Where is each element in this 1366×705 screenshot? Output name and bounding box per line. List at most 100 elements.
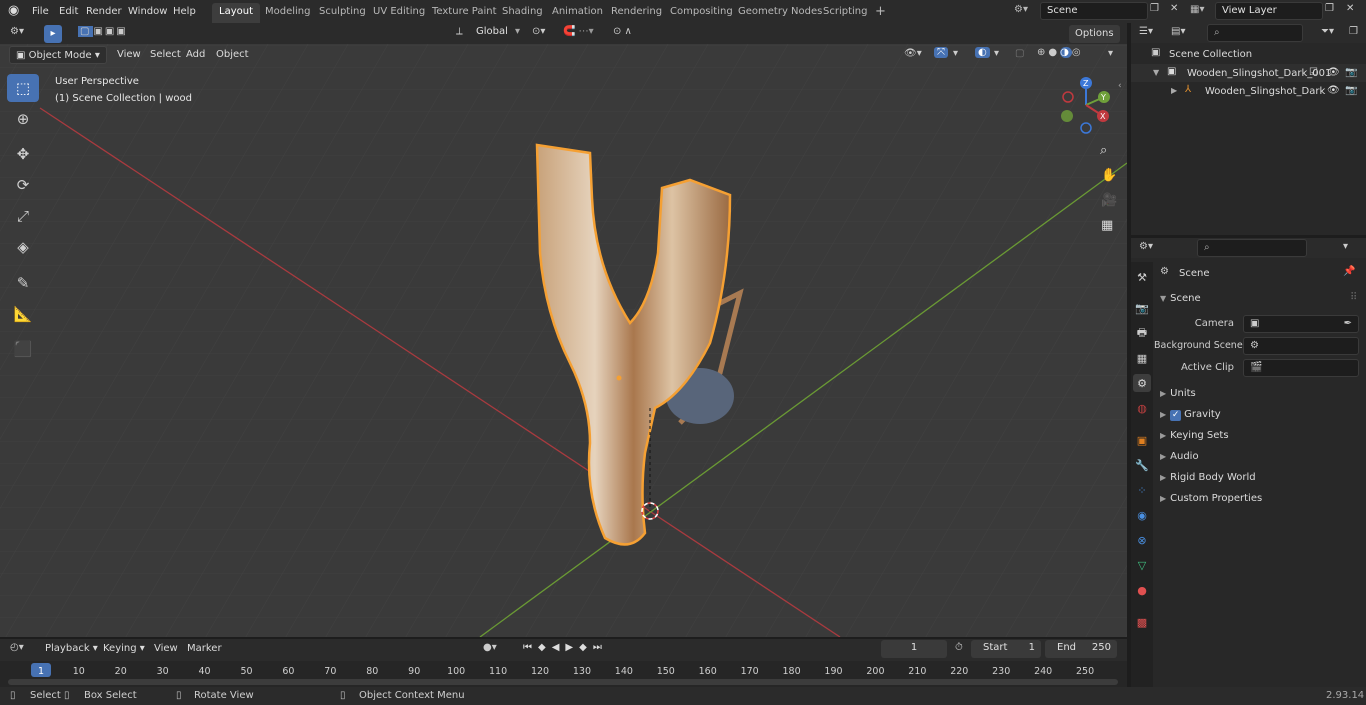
expand-right-icon[interactable]: ▶ xyxy=(1171,86,1177,95)
render-tab-icon[interactable]: 📷 xyxy=(1133,299,1151,317)
gizmo-toggle-icon[interactable]: ⤧ xyxy=(934,47,948,58)
play-reverse-icon[interactable]: ◀ xyxy=(552,642,566,653)
add-menu[interactable]: Add xyxy=(182,46,209,63)
outliner-row-collection[interactable]: ▼ ▣ Wooden_Slingshot_Dark_001 ☑ 👁 📷 xyxy=(1131,64,1366,82)
custom-properties-panel[interactable]: ▶ Custom Properties xyxy=(1160,490,1262,508)
current-frame-field[interactable]: 1 xyxy=(881,640,947,658)
shading-mode-icons[interactable]: ⊕●◑◎ xyxy=(1037,47,1084,58)
tool-tab-icon[interactable]: ⚒ xyxy=(1133,268,1151,286)
filter-icon[interactable]: ⏷▾ xyxy=(1321,26,1334,37)
add-cube-tool-icon[interactable]: ⬛ xyxy=(7,335,39,363)
transform-tool-icon[interactable]: ◈ xyxy=(7,233,39,261)
object-tab-icon[interactable]: ▣ xyxy=(1133,431,1151,449)
view-layer-copy-icon[interactable]: ❐ xyxy=(1325,3,1334,14)
particles-tab-icon[interactable]: ⁘ xyxy=(1133,481,1151,499)
tab-modeling[interactable]: Modeling xyxy=(258,3,318,23)
annotate-tool-icon[interactable]: ✎ xyxy=(7,269,39,297)
selection-mode-icons[interactable]: ▢ ▣▣▣ xyxy=(78,26,128,37)
audio-panel[interactable]: ▶ Audio xyxy=(1160,448,1199,466)
cursor-tool-icon[interactable]: ⊕ xyxy=(7,105,39,133)
select-menu[interactable]: Select xyxy=(146,46,185,63)
xray-icon[interactable]: ▢ xyxy=(1015,48,1024,59)
outliner-row-scene-collection[interactable]: ▣ Scene Collection xyxy=(1131,45,1366,63)
navigation-gizmo[interactable]: Z Y X xyxy=(1058,75,1118,135)
active-tool-icon[interactable]: ▸ xyxy=(44,25,62,43)
new-collection-icon[interactable]: ❐ xyxy=(1349,26,1358,37)
marker-menu[interactable]: Marker xyxy=(183,640,226,657)
jump-start-icon[interactable]: ⏮ xyxy=(523,642,538,653)
scene-field[interactable]: Scene xyxy=(1040,2,1148,20)
tab-compositing[interactable]: Compositing xyxy=(663,3,740,23)
timeline-view-menu[interactable]: View xyxy=(150,640,182,657)
scene-panel-header[interactable]: ▼ Scene xyxy=(1160,290,1358,308)
add-workspace-button[interactable]: + xyxy=(868,3,893,23)
properties-search-input[interactable]: ⌕ xyxy=(1197,239,1307,257)
properties-editor-icon[interactable]: ⚙▾ xyxy=(1139,241,1153,252)
active-clip-field[interactable]: 🎬 xyxy=(1243,359,1359,377)
gravity-checkbox[interactable]: ✓ xyxy=(1170,410,1182,421)
proportional-edit-icon[interactable]: ⊙ ∧ xyxy=(613,26,632,37)
zoom-icon[interactable]: ⌕ xyxy=(1100,143,1107,158)
gizmo-dropdown-icon[interactable]: ▾ xyxy=(953,48,958,59)
menu-help[interactable]: Help xyxy=(169,3,200,20)
drag-handle-icon[interactable]: ⠿ xyxy=(1350,292,1357,303)
playback-menu[interactable]: Playback ▾ xyxy=(39,640,104,658)
physics-tab-icon[interactable]: ◉ xyxy=(1133,506,1151,524)
menu-render[interactable]: Render xyxy=(82,3,126,20)
rotate-tool-icon[interactable]: ⟳ xyxy=(7,171,39,199)
tab-scripting[interactable]: Scripting xyxy=(816,3,874,23)
object-menu[interactable]: Object xyxy=(212,46,253,63)
background-scene-field[interactable]: ⚙ xyxy=(1243,337,1359,355)
constraints-tab-icon[interactable]: ⊗ xyxy=(1133,531,1151,549)
scale-tool-icon[interactable]: ⤢ xyxy=(7,202,39,230)
next-keyframe-icon[interactable]: ◆ xyxy=(579,642,593,653)
measure-tool-icon[interactable]: 📐 xyxy=(7,300,39,328)
auto-keying-icon[interactable]: ●▾ xyxy=(483,642,497,653)
object-mode-dropdown[interactable]: ▣ Object Mode ▾ xyxy=(9,46,107,64)
tab-sculpting[interactable]: Sculpting xyxy=(312,3,373,23)
play-icon[interactable]: ▶ xyxy=(565,642,579,653)
overlay-toggle-icon[interactable]: ◐ xyxy=(975,47,990,58)
outliner-editor-icon[interactable]: ☰▾ xyxy=(1139,26,1153,37)
expand-down-icon[interactable]: ▼ xyxy=(1153,68,1159,77)
tab-shading[interactable]: Shading xyxy=(495,3,550,23)
tab-geometry-nodes[interactable]: Geometry Nodes xyxy=(731,3,829,23)
rigid-body-world-panel[interactable]: ▶ Rigid Body World xyxy=(1160,469,1256,487)
sidebar-toggle-icon[interactable]: ‹ xyxy=(1118,81,1122,91)
eye-icon[interactable]: 👁 xyxy=(1327,85,1340,96)
view-layer-tab-icon[interactable]: ▦ xyxy=(1133,349,1151,367)
outliner-search-input[interactable]: ⌕ xyxy=(1207,24,1303,42)
select-box-tool-icon[interactable]: ⬚ xyxy=(7,74,39,102)
blender-logo-icon[interactable]: ◉ xyxy=(8,3,19,18)
jump-end-icon[interactable]: ⏭ xyxy=(593,642,608,653)
pan-hand-icon[interactable]: ✋ xyxy=(1101,168,1117,183)
tab-layout[interactable]: Layout xyxy=(212,3,260,23)
prev-keyframe-icon[interactable]: ◆ xyxy=(538,642,552,653)
eye-icon[interactable]: 👁 xyxy=(1327,67,1340,78)
pin-icon[interactable]: 📌 xyxy=(1343,266,1355,277)
world-tab-icon[interactable]: ◍ xyxy=(1133,399,1151,417)
camera-icon[interactable]: 📷 xyxy=(1345,67,1357,78)
timeline-editor-icon[interactable]: ◴▾ xyxy=(10,642,24,653)
tab-texture-paint[interactable]: Texture Paint xyxy=(425,3,504,23)
end-frame-field[interactable]: End 250 xyxy=(1045,640,1117,658)
overlay-dropdown-icon[interactable]: ▾ xyxy=(994,48,999,59)
editor-type-icon[interactable]: ⚙▾ xyxy=(10,26,24,37)
units-panel[interactable]: ▶ Units xyxy=(1160,385,1196,403)
scene-remove-icon[interactable]: ✕ xyxy=(1170,3,1178,14)
outliner-row-object[interactable]: ▶ ⅄ Wooden_Slingshot_Dark 👁 📷 xyxy=(1131,82,1366,100)
keying-sets-panel[interactable]: ▶ Keying Sets xyxy=(1160,427,1229,445)
stopwatch-icon[interactable]: ⏱ xyxy=(955,642,963,653)
tab-rendering[interactable]: Rendering xyxy=(604,3,669,23)
scene-copy-icon[interactable]: ❐ xyxy=(1150,3,1159,14)
transform-orientation-icon[interactable]: ⟂ xyxy=(456,26,463,37)
menu-file[interactable]: File xyxy=(28,3,53,20)
tab-animation[interactable]: Animation xyxy=(545,3,610,23)
move-tool-icon[interactable]: ✥ xyxy=(7,140,39,168)
menu-window[interactable]: Window xyxy=(124,3,171,20)
camera-icon[interactable]: 📷 xyxy=(1345,85,1357,96)
view-layer-browse-icon[interactable]: ▦▾ xyxy=(1190,4,1204,15)
display-mode-icon[interactable]: ▤▾ xyxy=(1171,26,1185,37)
chevron-down-icon[interactable]: ▾ xyxy=(1343,241,1348,252)
view-layer-remove-icon[interactable]: ✕ xyxy=(1346,3,1354,14)
